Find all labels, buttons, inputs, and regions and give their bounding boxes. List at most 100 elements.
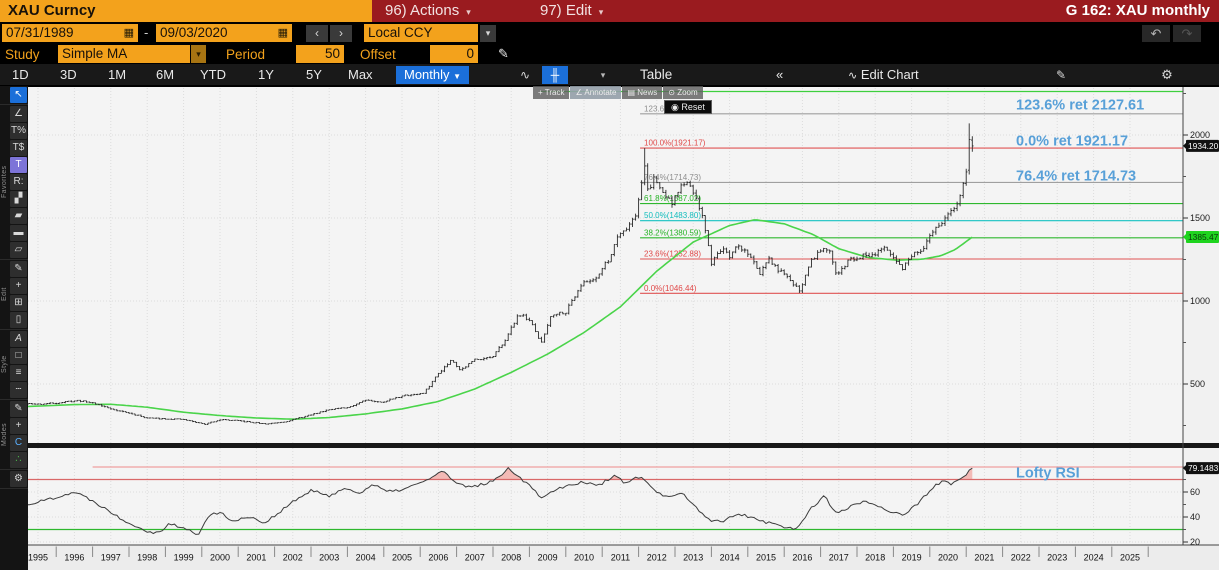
rsi-value-badge: 79.1483 [1183, 462, 1219, 475]
range-tab-3d[interactable]: 3D [60, 64, 77, 85]
annotate-button[interactable]: ∠ Annotate [570, 86, 622, 99]
track-button[interactable]: + Track [533, 86, 570, 99]
fib-level-label: 0.0%(1046.44) [644, 284, 697, 293]
tool-group-edit: Edit ✎ + ⊞ ▯ [0, 260, 28, 330]
color-mode-icon[interactable]: ∴ [10, 452, 27, 468]
settings-gear-icon[interactable]: ⚙ [10, 471, 27, 487]
interval-select[interactable]: Monthly ▼ [396, 66, 470, 84]
news-button[interactable]: ▤ News [622, 86, 663, 99]
currency-dropdown-icon[interactable]: ▾ [480, 25, 496, 42]
range-tab-ytd[interactable]: YTD [200, 64, 226, 85]
svg-text:2006: 2006 [428, 553, 448, 563]
actions-menu-button[interactable]: 96) Actions ▾ [385, 0, 471, 22]
offset-input[interactable]: 0 [430, 45, 478, 63]
range-tab-5y[interactable]: 5Y [306, 64, 322, 85]
text-tool-icon[interactable]: T [10, 157, 27, 173]
study-dropdown-icon[interactable]: ▾ [191, 45, 206, 63]
svg-text:20: 20 [1190, 537, 1200, 547]
sma-value-badge: 1385.47 [1183, 231, 1219, 243]
prev-period-button[interactable]: ‹ [306, 25, 328, 42]
chart-text-annotation[interactable]: 0.0% ret 1921.17 [1016, 133, 1128, 149]
chart-mode-icon[interactable]: C [10, 435, 27, 451]
range-tab-1d[interactable]: 1D [12, 64, 29, 85]
date-separator: - [144, 25, 149, 40]
font-style-icon[interactable]: A [10, 331, 27, 347]
end-date-field[interactable]: 09/03/2020 ▦ [156, 24, 292, 42]
chart-text-annotation[interactable]: 76.4% ret 1714.73 [1016, 168, 1136, 184]
bar-tool-icon[interactable]: ▰ [10, 208, 27, 224]
svg-text:1999: 1999 [174, 553, 194, 563]
tool-group: ⚙ [0, 470, 28, 489]
annotate-panel-icon[interactable]: ✎ [1046, 66, 1076, 84]
svg-text:2020: 2020 [938, 553, 958, 563]
calendar-icon[interactable]: ▦ [124, 24, 134, 42]
chart-canvas[interactable]: 123.6%(2127.61)100.0%(1921.17)76.4%(1714… [0, 86, 1219, 570]
svg-text:2003: 2003 [319, 553, 339, 563]
chart-text-annotation[interactable]: 123.6% ret 2127.61 [1016, 97, 1144, 113]
svg-text:2014: 2014 [720, 553, 740, 563]
line-style-icon[interactable]: ≡ [10, 365, 27, 381]
fib-level-label: 23.6%(1252.88) [644, 250, 701, 259]
range-tab-6m[interactable]: 6M [156, 64, 174, 85]
svg-text:2000: 2000 [210, 553, 230, 563]
range-tab-1m[interactable]: 1M [108, 64, 126, 85]
security-field[interactable]: XAU Curncy [0, 0, 372, 22]
delete-tool-icon[interactable]: ▯ [10, 312, 27, 328]
start-date-field[interactable]: 07/31/1989 ▦ [2, 24, 138, 42]
svg-text:2018: 2018 [865, 553, 885, 563]
svg-text:2013: 2013 [683, 553, 703, 563]
period-input[interactable]: 50 [296, 45, 344, 63]
track-icon: + [538, 88, 543, 97]
caret-down-icon: ▾ [598, 7, 604, 17]
draw-pencil-icon[interactable]: ✎ [498, 45, 509, 63]
svg-text:2022: 2022 [1011, 553, 1031, 563]
candlestick-icon[interactable]: ╫ [542, 66, 568, 84]
cursor-tool-icon[interactable]: ↖ [10, 87, 27, 103]
shade-tool-icon[interactable]: ▞ [10, 191, 27, 207]
channel-tool-icon[interactable]: ▱ [10, 242, 27, 258]
title-red-bar: 96) Actions ▾ 97) Edit ▾ G 162: XAU monthl… [372, 0, 1219, 22]
line-chart-icon[interactable]: ∿ [512, 66, 538, 84]
trendline-icon[interactable]: ∠ [10, 106, 27, 122]
chart-type-dropdown-icon[interactable]: ▾ [590, 66, 616, 84]
edit-chart-button[interactable]: ∿ Edit Chart [848, 64, 919, 85]
move-tool-icon[interactable]: + [10, 278, 27, 294]
crosshair-mode-icon[interactable]: + [10, 418, 27, 434]
next-period-button[interactable]: › [330, 25, 352, 42]
collapse-button[interactable]: « [776, 64, 783, 85]
svg-text:2009: 2009 [538, 553, 558, 563]
pencil-icon[interactable]: ✎ [10, 261, 27, 277]
annotate-icon: ∠ [575, 88, 583, 97]
fib-level-label: 76.4%(1714.73) [644, 173, 701, 182]
redo-icon[interactable]: ↷ [1173, 25, 1201, 42]
news-icon: ▤ [627, 88, 635, 97]
tool-group-modes: Modes ✎ + C ∴ [0, 400, 28, 470]
currency-field[interactable]: Local CCY [364, 24, 478, 42]
study-select[interactable]: Simple MA [58, 45, 190, 63]
calendar-icon[interactable]: ▦ [278, 24, 288, 42]
chart-region: 123.6%(2127.61)100.0%(1921.17)76.4%(1714… [0, 86, 1219, 570]
edit-menu-button[interactable]: 97) Edit ▾ [540, 0, 603, 22]
table-button[interactable]: Table [640, 64, 672, 85]
undo-icon[interactable]: ↶ [1142, 25, 1170, 42]
fib-level-label: 61.8%(1587.02) [644, 194, 701, 203]
range-tab-max[interactable]: Max [348, 64, 373, 85]
svg-text:1385.47: 1385.47 [1188, 232, 1219, 242]
horizontal-line-icon[interactable]: ▬ [10, 225, 27, 241]
price-label-icon[interactable]: T$ [10, 140, 27, 156]
svg-text:60: 60 [1190, 487, 1200, 497]
zoom-button[interactable]: ⊙ Zoom [663, 86, 703, 99]
add-select-icon[interactable]: ⊞ [10, 295, 27, 311]
draw-mode-icon[interactable]: ✎ [10, 401, 27, 417]
zoom-icon: ⊙ [668, 88, 675, 97]
chart-text-annotation[interactable]: Lofty RSI [1016, 466, 1080, 482]
dash-style-icon[interactable]: ┄ [10, 382, 27, 398]
reset-zoom-button[interactable]: ◉ Reset [664, 100, 712, 114]
gear-icon[interactable]: ⚙ [1152, 66, 1182, 84]
svg-text:2016: 2016 [792, 553, 812, 563]
range-tab-1y[interactable]: 1Y [258, 64, 274, 85]
fib-retracement-icon[interactable]: T% [10, 123, 27, 139]
fill-style-icon[interactable]: □ [10, 348, 27, 364]
regression-icon[interactable]: R: [10, 174, 27, 190]
panel-separator[interactable] [28, 443, 1219, 448]
